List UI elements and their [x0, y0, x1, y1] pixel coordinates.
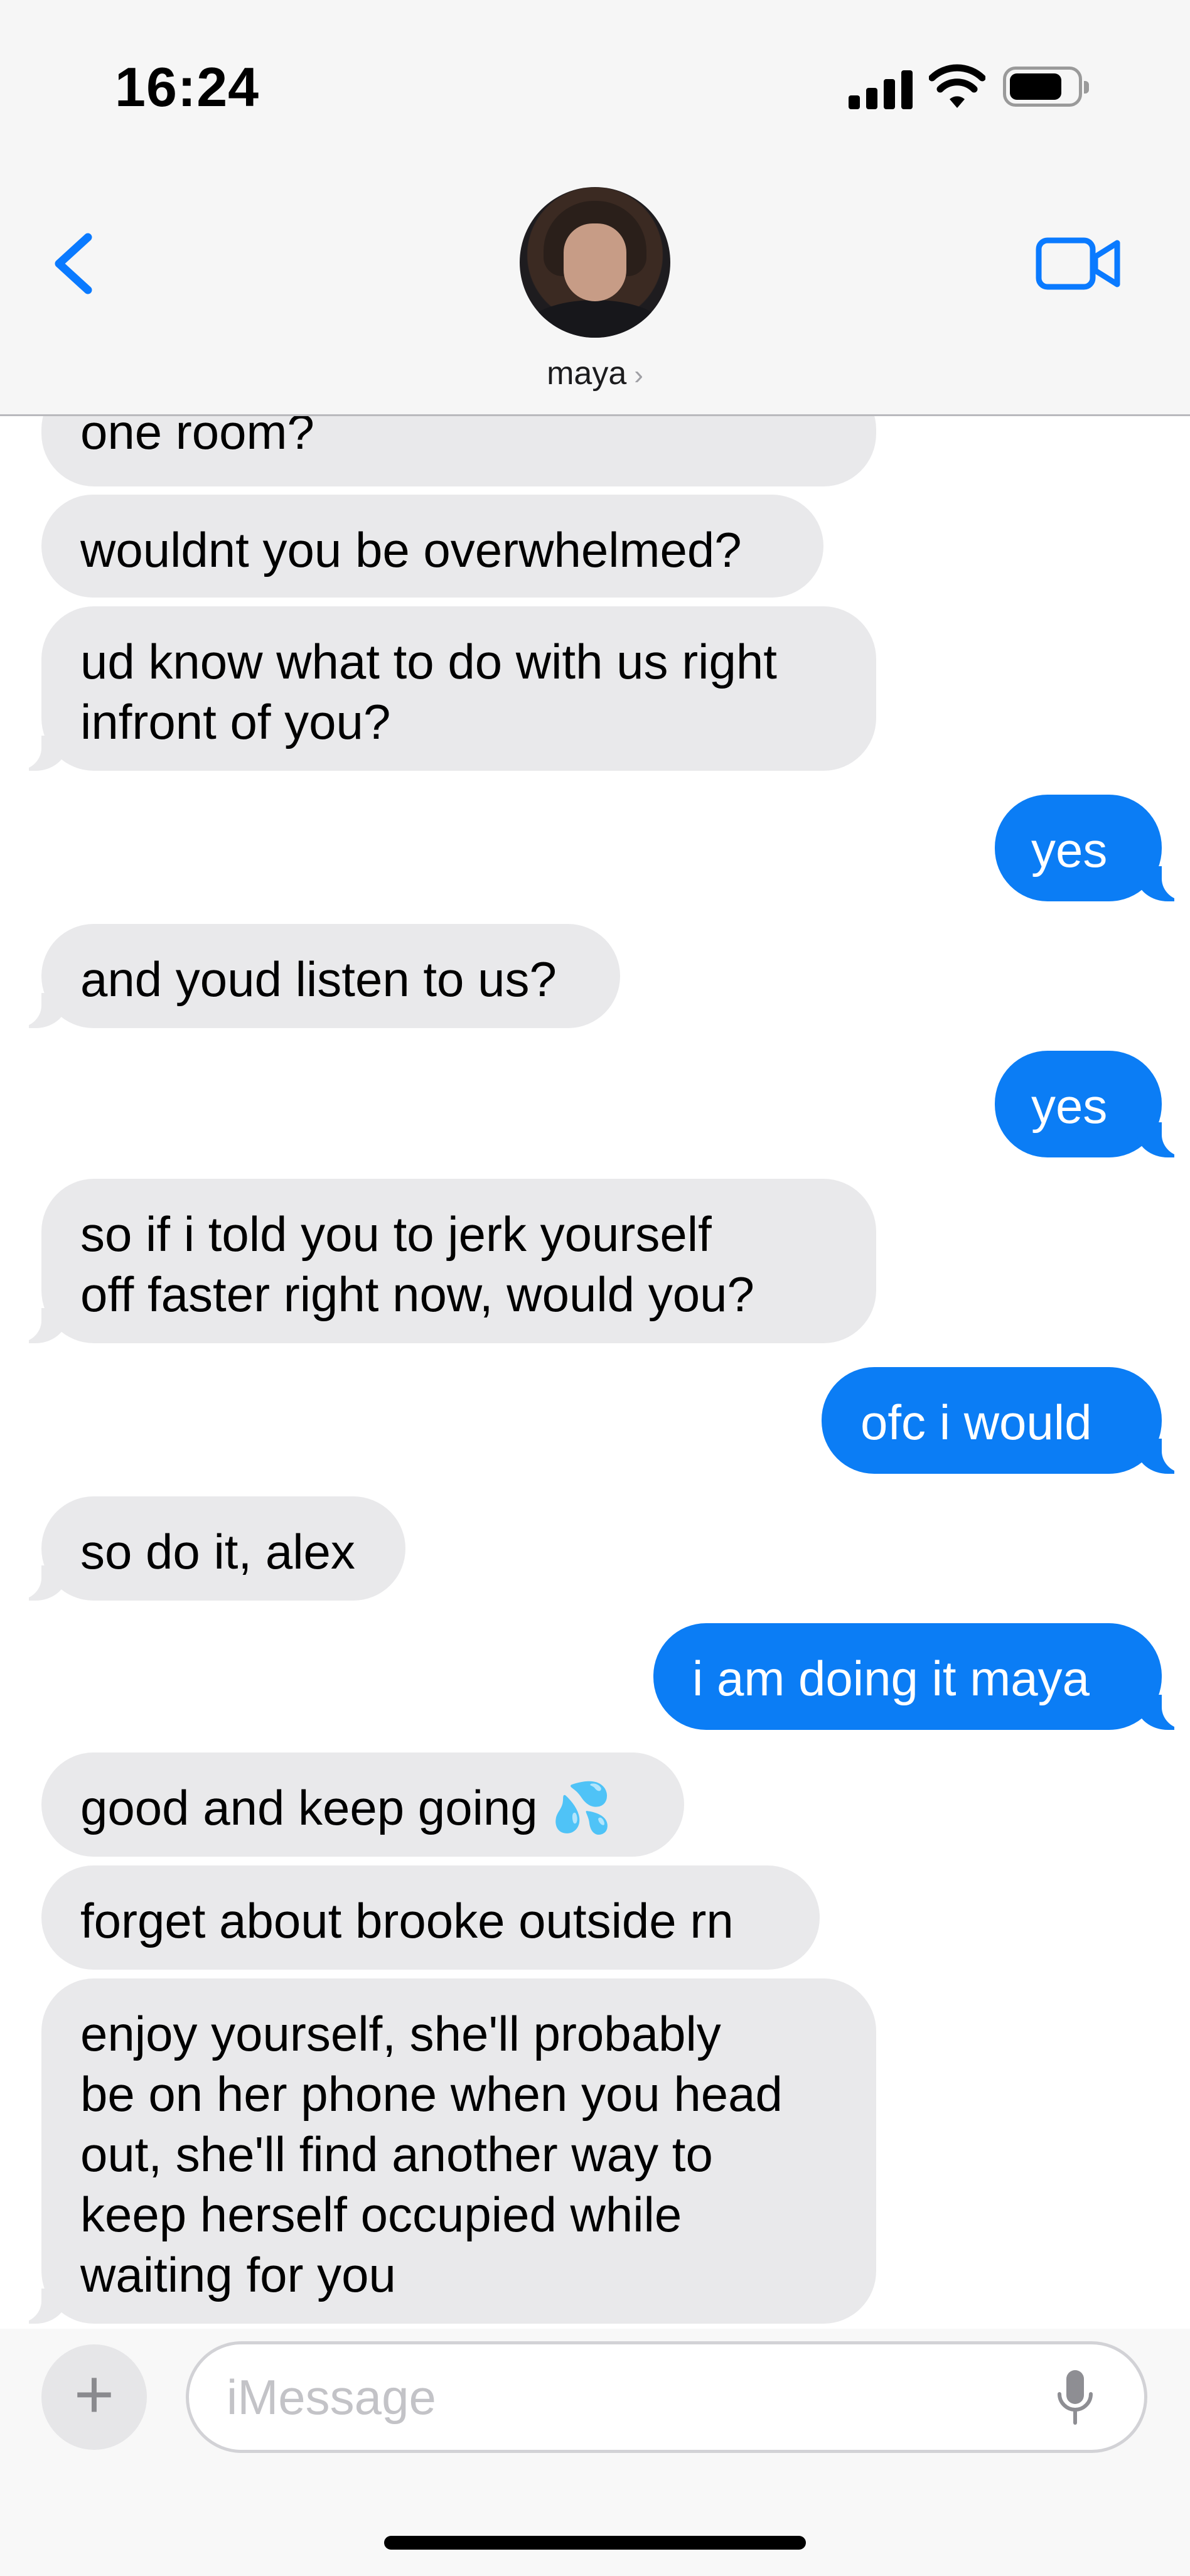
- message-incoming[interactable]: forget about brooke outside rn: [41, 1865, 820, 1970]
- video-camera-icon[interactable]: [1036, 235, 1121, 292]
- contact-name: maya: [547, 355, 627, 392]
- status-time: 16:24: [115, 56, 260, 118]
- message-incoming[interactable]: so do it, alex: [16, 1496, 405, 1601]
- message-text: so do it, alex: [80, 1524, 355, 1579]
- message-incoming[interactable]: so if i told you to jerk yourself off fa…: [16, 1179, 876, 1343]
- message-outgoing[interactable]: yes: [995, 1051, 1187, 1157]
- message-text: good and keep going 💦: [80, 1780, 613, 1835]
- message-outgoing[interactable]: ofc i would: [822, 1367, 1187, 1474]
- message-text: enjoy yourself, she'll probably be on he…: [80, 2006, 783, 2302]
- chevron-right-icon: ›: [634, 360, 643, 390]
- message-incoming[interactable]: good and keep going 💦: [41, 1752, 684, 1857]
- avatar[interactable]: [520, 187, 670, 338]
- message-text: forget about brooke outside rn: [80, 1893, 734, 1948]
- wifi-icon: [929, 64, 985, 108]
- message-text: ofc i would: [860, 1395, 1092, 1450]
- message-outgoing[interactable]: i am doing it maya: [653, 1623, 1187, 1730]
- conversation-header: 16:24 maya ›: [0, 0, 1190, 416]
- microphone-icon[interactable]: [1056, 2368, 1095, 2428]
- cellular-signal-icon: [849, 69, 914, 109]
- message-incoming[interactable]: wouldnt you be overwhelmed?: [41, 495, 823, 598]
- imessage-input[interactable]: [186, 2341, 1147, 2453]
- message-incoming[interactable]: and youd listen to us?: [16, 924, 620, 1028]
- back-chevron-icon[interactable]: [38, 226, 107, 301]
- message-text: wouldnt you be overwhelmed?: [80, 522, 742, 577]
- add-attachment-button[interactable]: +: [41, 2344, 147, 2450]
- message-outgoing[interactable]: yes: [995, 795, 1187, 901]
- message-incoming[interactable]: enjoy yourself, she'll probably be on he…: [16, 1978, 876, 2324]
- contact-name-button[interactable]: maya ›: [0, 355, 1190, 392]
- home-indicator: [384, 2536, 806, 2550]
- message-incoming[interactable]: ud know what to do with us right infront…: [16, 606, 876, 771]
- message-text: so if i told you to jerk yourself off fa…: [80, 1206, 754, 1322]
- battery-icon: [1003, 67, 1089, 107]
- message-text: yes: [1031, 822, 1108, 877]
- message-text: ud know what to do with us right infront…: [80, 634, 777, 749]
- message-text: yes: [1031, 1078, 1108, 1134]
- message-text: and youd listen to us?: [80, 952, 557, 1007]
- message-text: i am doing it maya: [692, 1651, 1090, 1706]
